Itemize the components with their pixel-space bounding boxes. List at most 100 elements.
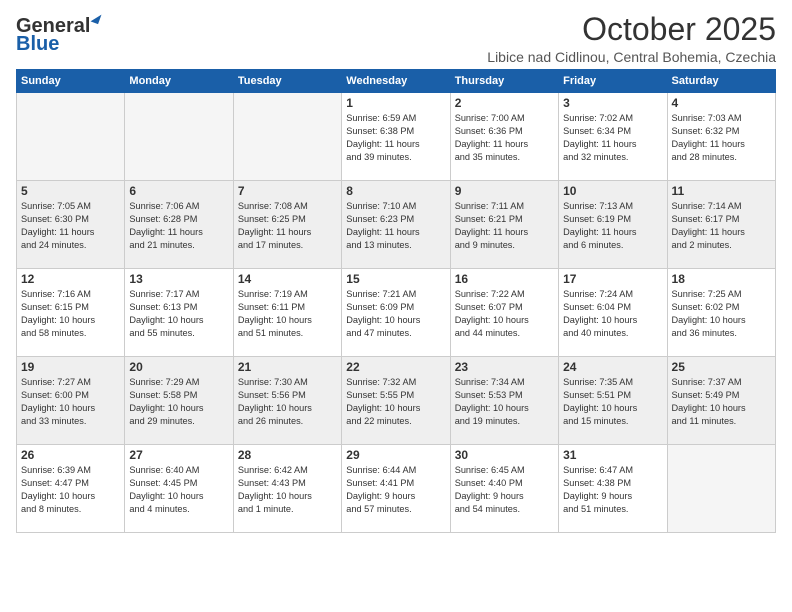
table-row: 22Sunrise: 7:32 AM Sunset: 5:55 PM Dayli… bbox=[342, 357, 450, 445]
day-info: Sunrise: 7:00 AM Sunset: 6:36 PM Dayligh… bbox=[455, 112, 554, 164]
table-row: 2Sunrise: 7:00 AM Sunset: 6:36 PM Daylig… bbox=[450, 93, 558, 181]
day-info: Sunrise: 6:44 AM Sunset: 4:41 PM Dayligh… bbox=[346, 464, 445, 516]
day-info: Sunrise: 7:19 AM Sunset: 6:11 PM Dayligh… bbox=[238, 288, 337, 340]
calendar-week-row: 5 Sunrise: 7:05 AM Sunset: 6:30 PM Daylig… bbox=[17, 181, 776, 269]
logo-blue: Blue bbox=[16, 34, 59, 54]
table-row: 27 Sunrise: 6:40 AM Sunset: 4:45 PM Dayli… bbox=[125, 445, 233, 533]
day-info: Sunrise: 7:02 AM Sunset: 6:34 PM Dayligh… bbox=[563, 112, 662, 164]
table-row: 12Sunrise: 7:16 AM Sunset: 6:15 PM Dayli… bbox=[17, 269, 125, 357]
day-info: Sunrise: 6:42 AM Sunset: 4:43 PM Dayligh… bbox=[238, 464, 337, 516]
table-row: 30 Sunrise: 6:45 AM Sunset: 4:40 PM Dayli… bbox=[450, 445, 558, 533]
table-row: 20Sunrise: 7:29 AM Sunset: 5:58 PM Dayli… bbox=[125, 357, 233, 445]
table-row: 10Sunrise: 7:13 AM Sunset: 6:19 PM Dayli… bbox=[559, 181, 667, 269]
day-info: Sunrise: 6:47 AM Sunset: 4:38 PM Dayligh… bbox=[563, 464, 662, 516]
day-number: 26 bbox=[21, 448, 120, 462]
col-sunday: Sunday bbox=[17, 70, 125, 93]
day-info: Sunrise: 7:34 AM Sunset: 5:53 PM Dayligh… bbox=[455, 376, 554, 428]
day-info: Sunrise: 7:05 AM Sunset: 6:30 PM Dayligh… bbox=[21, 200, 120, 252]
day-number: 8 bbox=[346, 184, 445, 198]
day-info: Sunrise: 7:35 AM Sunset: 5:51 PM Dayligh… bbox=[563, 376, 662, 428]
day-number: 21 bbox=[238, 360, 337, 374]
day-number: 25 bbox=[672, 360, 771, 374]
day-number: 17 bbox=[563, 272, 662, 286]
col-thursday: Thursday bbox=[450, 70, 558, 93]
day-number: 10 bbox=[563, 184, 662, 198]
day-number: 18 bbox=[672, 272, 771, 286]
day-number: 13 bbox=[129, 272, 228, 286]
location-title: Libice nad Cidlinou, Central Bohemia, Cz… bbox=[487, 49, 776, 65]
day-info: Sunrise: 6:39 AM Sunset: 4:47 PM Dayligh… bbox=[21, 464, 120, 516]
day-info: Sunrise: 7:25 AM Sunset: 6:02 PM Dayligh… bbox=[672, 288, 771, 340]
table-row bbox=[233, 93, 341, 181]
day-number: 30 bbox=[455, 448, 554, 462]
table-row: 24Sunrise: 7:35 AM Sunset: 5:51 PM Dayli… bbox=[559, 357, 667, 445]
day-number: 15 bbox=[346, 272, 445, 286]
calendar-week-row: 19 Sunrise: 7:27 AM Sunset: 6:00 PM Dayli… bbox=[17, 357, 776, 445]
table-row: 11Sunrise: 7:14 AM Sunset: 6:17 PM Dayli… bbox=[667, 181, 775, 269]
table-row bbox=[125, 93, 233, 181]
day-number: 14 bbox=[238, 272, 337, 286]
col-friday: Friday bbox=[559, 70, 667, 93]
day-info: Sunrise: 7:32 AM Sunset: 5:55 PM Dayligh… bbox=[346, 376, 445, 428]
logo-bird-icon bbox=[91, 12, 102, 24]
day-number: 28 bbox=[238, 448, 337, 462]
day-number: 9 bbox=[455, 184, 554, 198]
table-row: 1Sunrise: 6:59 AM Sunset: 6:38 PM Daylig… bbox=[342, 93, 450, 181]
day-info: Sunrise: 6:45 AM Sunset: 4:40 PM Dayligh… bbox=[455, 464, 554, 516]
table-row: 29 Sunrise: 6:44 AM Sunset: 4:41 PM Dayli… bbox=[342, 445, 450, 533]
logo: General Blue bbox=[16, 16, 100, 54]
calendar: Sunday Monday Tuesday Wednesday Thursday… bbox=[16, 69, 776, 533]
header-row: General Blue October 2025 Libice nad Cid… bbox=[16, 12, 776, 65]
table-row: 14 Sunrise: 7:19 AM Sunset: 6:11 PM Dayli… bbox=[233, 269, 341, 357]
table-row: 6 Sunrise: 7:06 AM Sunset: 6:28 PM Daylig… bbox=[125, 181, 233, 269]
day-info: Sunrise: 7:14 AM Sunset: 6:17 PM Dayligh… bbox=[672, 200, 771, 252]
day-info: Sunrise: 7:11 AM Sunset: 6:21 PM Dayligh… bbox=[455, 200, 554, 252]
day-info: Sunrise: 7:30 AM Sunset: 5:56 PM Dayligh… bbox=[238, 376, 337, 428]
col-monday: Monday bbox=[125, 70, 233, 93]
table-row: 13 Sunrise: 7:17 AM Sunset: 6:13 PM Dayli… bbox=[125, 269, 233, 357]
day-number: 3 bbox=[563, 96, 662, 110]
day-number: 1 bbox=[346, 96, 445, 110]
calendar-week-row: 26 Sunrise: 6:39 AM Sunset: 4:47 PM Dayli… bbox=[17, 445, 776, 533]
day-info: Sunrise: 7:37 AM Sunset: 5:49 PM Dayligh… bbox=[672, 376, 771, 428]
table-row: 25 Sunrise: 7:37 AM Sunset: 5:49 PM Dayli… bbox=[667, 357, 775, 445]
title-section: October 2025 Libice nad Cidlinou, Centra… bbox=[487, 12, 776, 65]
day-info: Sunrise: 7:29 AM Sunset: 5:58 PM Dayligh… bbox=[129, 376, 228, 428]
day-number: 31 bbox=[563, 448, 662, 462]
day-number: 16 bbox=[455, 272, 554, 286]
day-info: Sunrise: 7:06 AM Sunset: 6:28 PM Dayligh… bbox=[129, 200, 228, 252]
table-row: 9 Sunrise: 7:11 AM Sunset: 6:21 PM Daylig… bbox=[450, 181, 558, 269]
day-info: Sunrise: 7:17 AM Sunset: 6:13 PM Dayligh… bbox=[129, 288, 228, 340]
col-saturday: Saturday bbox=[667, 70, 775, 93]
day-number: 23 bbox=[455, 360, 554, 374]
table-row: 17 Sunrise: 7:24 AM Sunset: 6:04 PM Dayli… bbox=[559, 269, 667, 357]
calendar-body: 1Sunrise: 6:59 AM Sunset: 6:38 PM Daylig… bbox=[17, 93, 776, 533]
day-number: 4 bbox=[672, 96, 771, 110]
table-row: 8 Sunrise: 7:10 AM Sunset: 6:23 PM Daylig… bbox=[342, 181, 450, 269]
day-info: Sunrise: 7:27 AM Sunset: 6:00 PM Dayligh… bbox=[21, 376, 120, 428]
day-info: Sunrise: 7:24 AM Sunset: 6:04 PM Dayligh… bbox=[563, 288, 662, 340]
day-info: Sunrise: 7:10 AM Sunset: 6:23 PM Dayligh… bbox=[346, 200, 445, 252]
day-number: 12 bbox=[21, 272, 120, 286]
table-row: 18 Sunrise: 7:25 AM Sunset: 6:02 PM Dayli… bbox=[667, 269, 775, 357]
table-row: 19 Sunrise: 7:27 AM Sunset: 6:00 PM Dayli… bbox=[17, 357, 125, 445]
table-row: 7Sunrise: 7:08 AM Sunset: 6:25 PM Daylig… bbox=[233, 181, 341, 269]
day-number: 5 bbox=[21, 184, 120, 198]
table-row: 5 Sunrise: 7:05 AM Sunset: 6:30 PM Daylig… bbox=[17, 181, 125, 269]
day-number: 6 bbox=[129, 184, 228, 198]
calendar-header-row: Sunday Monday Tuesday Wednesday Thursday… bbox=[17, 70, 776, 93]
day-info: Sunrise: 6:40 AM Sunset: 4:45 PM Dayligh… bbox=[129, 464, 228, 516]
table-row: 28 Sunrise: 6:42 AM Sunset: 4:43 PM Dayli… bbox=[233, 445, 341, 533]
table-row: 23 Sunrise: 7:34 AM Sunset: 5:53 PM Dayli… bbox=[450, 357, 558, 445]
table-row: 31 Sunrise: 6:47 AM Sunset: 4:38 PM Dayli… bbox=[559, 445, 667, 533]
day-number: 29 bbox=[346, 448, 445, 462]
table-row: 26 Sunrise: 6:39 AM Sunset: 4:47 PM Dayli… bbox=[17, 445, 125, 533]
table-row bbox=[17, 93, 125, 181]
day-info: Sunrise: 7:03 AM Sunset: 6:32 PM Dayligh… bbox=[672, 112, 771, 164]
month-title: October 2025 bbox=[487, 12, 776, 47]
day-number: 19 bbox=[21, 360, 120, 374]
table-row: 21 Sunrise: 7:30 AM Sunset: 5:56 PM Dayli… bbox=[233, 357, 341, 445]
day-number: 27 bbox=[129, 448, 228, 462]
page-container: General Blue October 2025 Libice nad Cid… bbox=[0, 0, 792, 541]
calendar-week-row: 12Sunrise: 7:16 AM Sunset: 6:15 PM Dayli… bbox=[17, 269, 776, 357]
